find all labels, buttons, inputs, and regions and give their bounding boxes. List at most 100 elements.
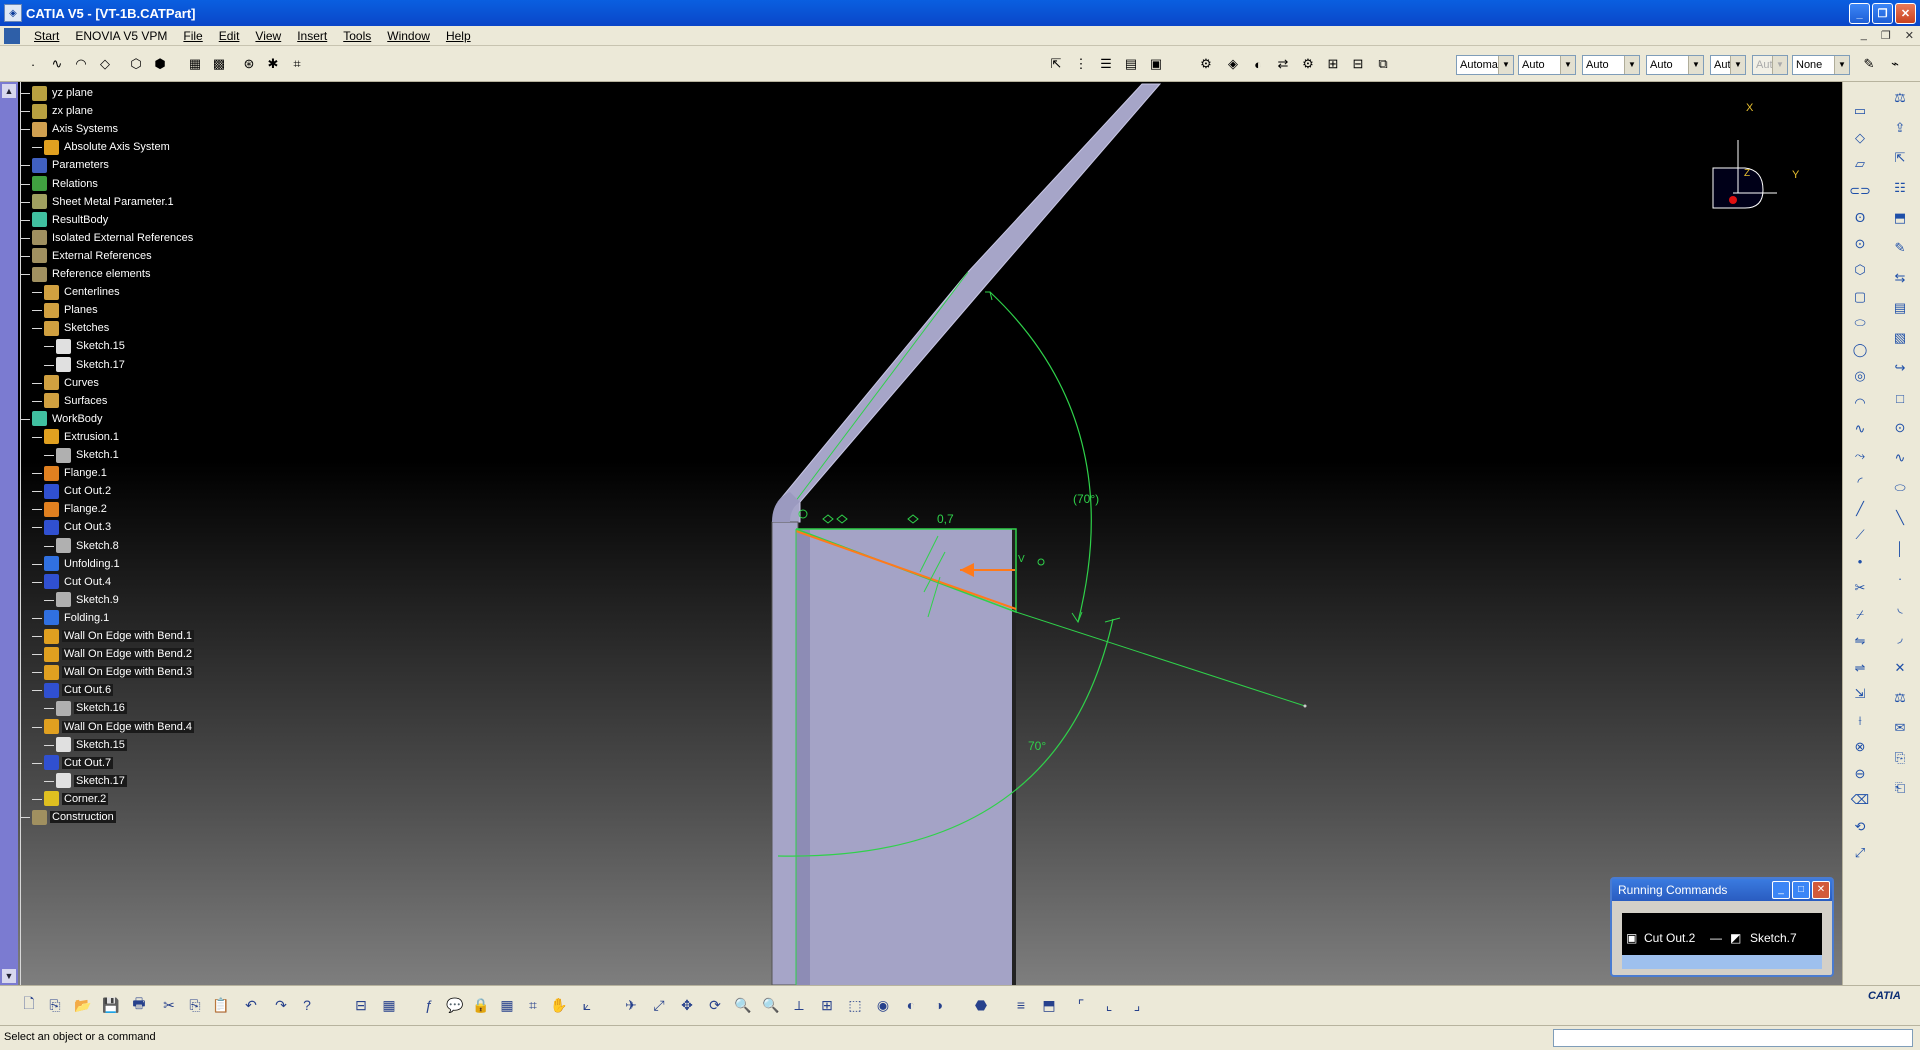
material-icon[interactable]: ◈ (1222, 53, 1244, 75)
save-icon[interactable]: 💾 (100, 994, 122, 1016)
constraint-diamond[interactable] (907, 514, 919, 524)
tree-item[interactable]: Cut Out.6 (44, 681, 114, 699)
exit-workbench-icon[interactable]: ⇱ (1045, 53, 1067, 75)
tree-item[interactable]: Cut Out.2 (44, 482, 113, 500)
tree-item[interactable]: Absolute Axis System (44, 138, 172, 156)
restore-button[interactable]: ❐ (1872, 3, 1893, 24)
reference-angle-label[interactable]: (70°) (1073, 492, 1099, 506)
menu-file[interactable]: File (175, 29, 210, 43)
line-icon[interactable]: ╱ (1849, 498, 1871, 520)
tree-item[interactable]: Reference elements (32, 265, 152, 283)
sketch-analysis-icon[interactable]: ⬡ (125, 53, 147, 75)
gear-icon[interactable]: ⚙ (1195, 53, 1217, 75)
tree-item[interactable]: Sketch.8 (56, 537, 121, 555)
note-icon[interactable]: ✉ (1889, 717, 1911, 739)
stack-icon[interactable]: ☷ (1889, 177, 1911, 199)
scale-icon[interactable]: ⤢ (1849, 842, 1871, 864)
point-symbol-combo[interactable]: Aut ▼ (1710, 55, 1746, 75)
iso-view-icon[interactable]: ⬚ (844, 994, 866, 1016)
tree-item[interactable]: Curves (44, 374, 101, 392)
line-icon[interactable]: ╲ (1889, 507, 1911, 529)
extrude-surface-icon[interactable]: ◠ (70, 53, 92, 75)
menu-tools[interactable]: Tools (335, 29, 379, 43)
tree-item[interactable]: Cut Out.3 (44, 518, 113, 536)
keyhole-icon[interactable]: ʘ (1849, 206, 1871, 228)
tree-item[interactable]: Flange.2 (44, 500, 109, 518)
tree-item[interactable]: Wall On Edge with Bend.3 (44, 663, 194, 681)
running-commands-scrollbar[interactable] (1622, 955, 1822, 969)
tree-item[interactable]: Folding.1 (44, 609, 111, 627)
quick-trim-icon[interactable]: ⟊ (1849, 710, 1871, 732)
hide-show-icon[interactable]: ◐ (900, 994, 922, 1016)
sheet-metal-icon[interactable]: ⌟ (1126, 994, 1148, 1016)
fillet-icon[interactable]: ◟ (1889, 597, 1911, 619)
rectangle-icon[interactable]: ▭ (1849, 100, 1871, 122)
new-from-icon[interactable]: ⎘ (44, 994, 66, 1016)
scroll-down-button[interactable]: ▼ (2, 969, 16, 983)
doc-minimize-icon[interactable]: _ (1861, 29, 1867, 42)
grid-icon[interactable]: ▦ (184, 53, 206, 75)
catia-app-icon[interactable]: ◈ (4, 4, 22, 22)
normal-view-icon[interactable]: ⟂ (788, 994, 810, 1016)
tree-item[interactable]: ResultBody (32, 211, 110, 229)
square-icon[interactable]: □ (1889, 387, 1911, 409)
constraint-symbols[interactable] (822, 514, 919, 524)
constraint-diamond[interactable] (822, 514, 834, 524)
tree-item[interactable]: Sheet Metal Parameter.1 (32, 193, 176, 211)
menu-help[interactable]: Help (438, 29, 479, 43)
tree-item[interactable]: Axis Systems (32, 120, 120, 138)
target-icon[interactable]: ⊙ (1889, 417, 1911, 439)
inclined-flange[interactable] (777, 83, 1162, 523)
tree-item[interactable]: Sketches (44, 319, 111, 337)
comment-icon[interactable]: 💬 (444, 994, 466, 1016)
color-combo[interactable]: Automa ▼ (1456, 55, 1514, 75)
tree-item[interactable]: Sketch.17 (56, 356, 127, 374)
constraint-marker[interactable] (1037, 558, 1045, 566)
zoom-in-icon[interactable]: 🔍 (732, 994, 754, 1016)
tree-item[interactable]: Planes (44, 301, 100, 319)
polygon-icon[interactable]: ◇ (1849, 127, 1871, 149)
minimize-button[interactable]: _ (1849, 3, 1870, 24)
angle-label[interactable]: 70° (1028, 739, 1046, 753)
cross-icon[interactable]: ✕ (1889, 657, 1911, 679)
swap-visible-icon[interactable]: ◑ (928, 994, 950, 1016)
tree-scrollbar[interactable]: ▲ ▼ (0, 82, 18, 985)
analysis-icon[interactable]: ≡ (1010, 994, 1032, 1016)
formula-icon[interactable]: ▣ (1145, 53, 1167, 75)
power-input[interactable] (1553, 1029, 1913, 1047)
3d-viewport[interactable]: 0,7 (70°) 70° V ▲ ▼ yz plane zx plane Axis… (0, 82, 1842, 985)
close-button[interactable]: ✕ (1895, 3, 1916, 24)
menu-view[interactable]: View (247, 29, 289, 43)
tree-item[interactable]: Cut Out.7 (44, 754, 114, 772)
tree-item[interactable]: Parameters (32, 156, 111, 174)
tree-item[interactable]: Construction (32, 808, 116, 826)
tree-item[interactable]: Flange.1 (44, 464, 109, 482)
dimensional-constraints-icon[interactable]: ⌗ (286, 53, 308, 75)
tree-item[interactable]: Sketch.1 (56, 446, 121, 464)
corner-icon[interactable]: ⌜ (1070, 994, 1092, 1016)
hexagon-icon[interactable]: ⬡ (1849, 259, 1871, 281)
tree-item[interactable]: Sketch.16 (56, 699, 127, 717)
apply-material-icon[interactable]: ⬣ (970, 994, 992, 1016)
tree-item[interactable]: Sketch.15 (56, 736, 127, 754)
multi-view-icon[interactable]: ⊞ (816, 994, 838, 1016)
snap-to-point-icon[interactable]: ▩ (208, 53, 230, 75)
vertical-wall[interactable] (771, 521, 799, 985)
rotate-icon[interactable]: ⟲ (1849, 816, 1871, 838)
circle-icon[interactable]: ◯ (1849, 339, 1871, 361)
tree-item[interactable]: WorkBody (32, 410, 105, 428)
tree-item[interactable]: zx plane (32, 102, 95, 120)
geometric-constraints-icon[interactable]: ✱ (262, 53, 284, 75)
ellipse-icon[interactable]: ⬭ (1889, 477, 1911, 499)
mirror-icon[interactable]: ⇋ (1849, 630, 1871, 652)
ellipse-shape-icon[interactable]: ⬭ (1849, 312, 1871, 334)
paste-icon[interactable]: ⎗ (1889, 777, 1911, 799)
tree-item[interactable]: yz plane (32, 84, 95, 102)
tree-item[interactable]: Extrusion.1 (44, 428, 121, 446)
zoom-out-icon[interactable]: 🔍 (760, 994, 782, 1016)
construction-element-icon[interactable]: ⊛ (238, 53, 260, 75)
tree-item[interactable]: Wall On Edge with Bend.4 (44, 718, 194, 736)
document-icon[interactable] (4, 27, 20, 44)
dimension-icon[interactable]: ⇆ (1889, 267, 1911, 289)
select-icon[interactable]: ⇱ (1889, 147, 1911, 169)
